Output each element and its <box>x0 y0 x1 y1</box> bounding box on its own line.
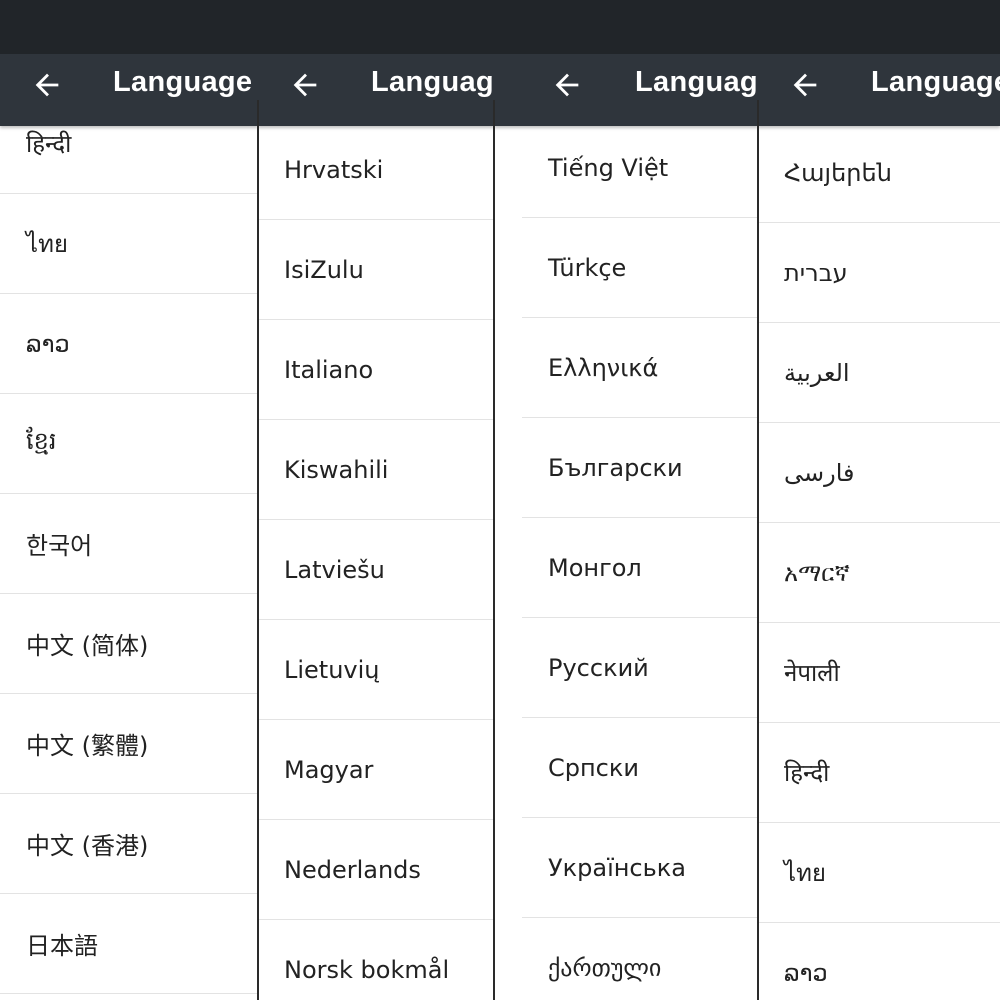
status-bar <box>0 0 1000 54</box>
app-bar: Language <box>0 54 258 126</box>
language-option[interactable]: ไทย <box>0 194 258 294</box>
language-option[interactable]: 中文 (繁體) <box>0 694 258 794</box>
language-option[interactable]: ລາວ <box>758 923 1000 1000</box>
back-arrow-icon[interactable] <box>30 68 64 102</box>
language-option[interactable]: Magyar <box>258 720 494 820</box>
language-option[interactable]: Kiswahili <box>258 420 494 520</box>
language-option[interactable]: ไทย <box>758 823 1000 923</box>
language-panel-1: Language हिन्दी ไทย ລາວ ខ្មែរ 한국어 中文 (简体… <box>0 54 258 1000</box>
language-panel-3: Language Tiếng Việt Türkçe Ελληνικά Бълг… <box>494 54 758 1000</box>
app-bar: Language <box>258 54 494 126</box>
panel-divider <box>257 100 259 1000</box>
panel-divider <box>757 100 759 1000</box>
language-list: Hrvatski IsiZulu Italiano Kiswahili Latv… <box>258 120 494 1000</box>
language-option[interactable]: Монгол <box>522 518 758 618</box>
language-list: Հայերեն עברית العربية فارسی አማርኛ नेपाली … <box>758 123 1000 1000</box>
language-option[interactable]: Lietuvių <box>258 620 494 720</box>
language-option[interactable]: Türkçe <box>522 218 758 318</box>
language-option[interactable]: አማርኛ <box>758 523 1000 623</box>
language-option[interactable]: 日本語 <box>0 894 258 994</box>
language-option[interactable]: Norsk bokmål <box>258 920 494 1000</box>
back-arrow-icon[interactable] <box>788 68 822 102</box>
language-option[interactable]: Italiano <box>258 320 494 420</box>
panel-divider <box>493 100 495 1000</box>
language-option[interactable]: Hrvatski <box>258 120 494 220</box>
language-option[interactable]: हिन्दी <box>758 723 1000 823</box>
back-arrow-icon[interactable] <box>550 68 584 102</box>
language-option[interactable]: ქართული <box>522 918 758 1000</box>
language-option[interactable]: 中文 (简体) <box>0 594 258 694</box>
language-option[interactable]: ລາວ <box>0 294 258 394</box>
page-title: Language <box>871 66 1000 98</box>
language-option[interactable]: नेपाली <box>758 623 1000 723</box>
language-option[interactable]: فارسی <box>758 423 1000 523</box>
language-option[interactable]: Українська <box>522 818 758 918</box>
language-panel-4: Language Հայերեն עברית العربية فارسی አማር… <box>758 54 1000 1000</box>
language-option[interactable]: ខ្មែរ <box>0 394 258 494</box>
page-title: Language <box>635 66 758 98</box>
language-option[interactable]: Ελληνικά <box>522 318 758 418</box>
language-option[interactable]: Հայերեն <box>758 123 1000 223</box>
page-title: Language <box>113 66 253 98</box>
language-option[interactable]: العربية <box>758 323 1000 423</box>
language-list: Tiếng Việt Türkçe Ελληνικά Български Мон… <box>522 118 758 1000</box>
page-title: Language <box>371 66 494 98</box>
language-panel-2: Language Hrvatski IsiZulu Italiano Kiswa… <box>258 54 494 1000</box>
language-option[interactable]: Nederlands <box>258 820 494 920</box>
app-bar: Language <box>758 54 1000 126</box>
language-option[interactable]: Русский <box>522 618 758 718</box>
language-option[interactable]: עברית <box>758 223 1000 323</box>
language-option[interactable]: 한국어 <box>0 494 258 594</box>
language-option[interactable]: 中文 (香港) <box>0 794 258 894</box>
language-option[interactable]: Български <box>522 418 758 518</box>
back-arrow-icon[interactable] <box>288 68 322 102</box>
language-option[interactable]: Tiếng Việt <box>522 118 758 218</box>
language-option[interactable]: Српски <box>522 718 758 818</box>
language-option[interactable]: Latviešu <box>258 520 494 620</box>
app-bar: Language <box>494 54 758 126</box>
language-list: हिन्दी ไทย ລາວ ខ្មែរ 한국어 中文 (简体) 中文 (繁體)… <box>0 94 258 994</box>
language-option[interactable]: IsiZulu <box>258 220 494 320</box>
